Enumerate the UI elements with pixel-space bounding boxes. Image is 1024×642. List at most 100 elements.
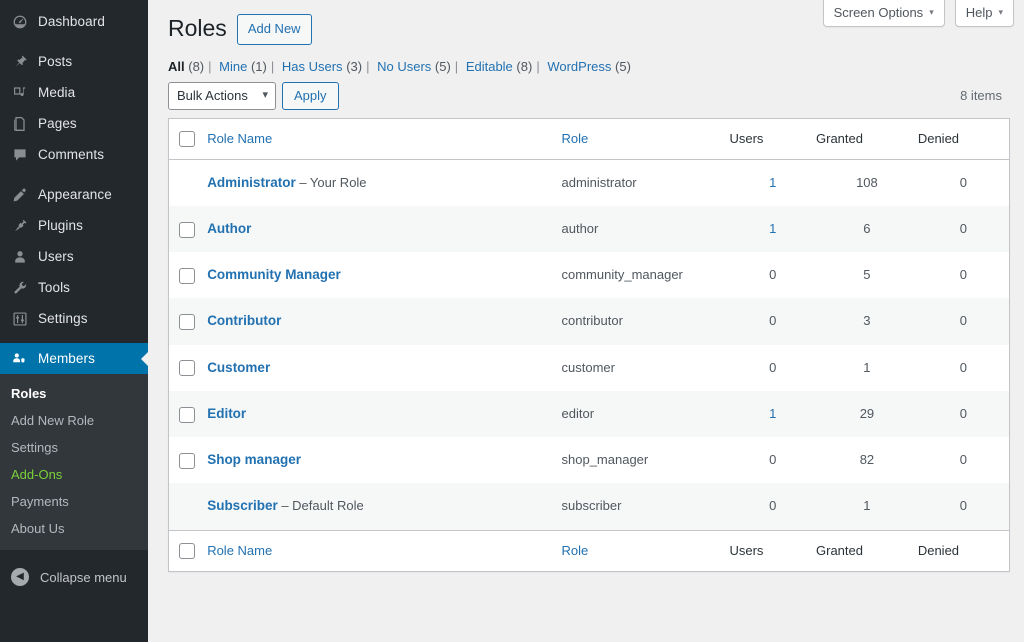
submenu-item-settings[interactable]: Settings [0,434,148,461]
admin-sidebar: Dashboard Posts Media [0,0,148,642]
filter-count-has-users: (3) [346,59,362,74]
role-slug-cell: author [562,206,730,252]
sidebar-item-appearance[interactable]: Appearance [0,179,148,210]
granted-count-cell: 1 [816,483,918,530]
row-checkbox[interactable] [179,222,195,238]
column-header-role-name[interactable]: Role Name [207,118,561,159]
filter-link-has-users[interactable]: Has Users [282,59,343,74]
sidebar-item-members[interactable]: Members [0,343,148,374]
users-count-link[interactable]: 1 [769,406,776,421]
row-checkbox[interactable] [179,453,195,469]
role-name-suffix: – Default Role [278,498,364,513]
sidebar-item-label: Settings [38,311,88,326]
users-count-cell: 1 [729,391,816,437]
table-body: Administrator – Your Roleadministrator11… [169,159,1010,530]
submenu-item-add-new-role[interactable]: Add New Role [0,407,148,434]
pages-icon [11,115,29,133]
filter-link-no-users[interactable]: No Users [377,59,431,74]
row-select-cell [169,159,208,206]
denied-count-cell: 0 [918,345,1010,391]
collapse-menu-button[interactable]: ◀ Collapse menu [0,560,148,594]
row-checkbox[interactable] [179,314,195,330]
plugins-plug-icon [11,217,29,235]
chevron-left-icon: ◀ [11,568,29,586]
sidebar-item-tools[interactable]: Tools [0,272,148,303]
submenu-item-roles[interactable]: Roles [0,380,148,407]
filter-links: All (8)| Mine (1)| Has Users (3)| No Use… [148,45,1024,74]
apply-button[interactable]: Apply [282,82,339,110]
column-footer-role-name[interactable]: Role Name [207,530,561,571]
filter-link-all[interactable]: All [168,59,185,74]
role-name-cell: Subscriber – Default Role [207,483,561,530]
sidebar-item-label: Posts [38,54,72,69]
sidebar-item-comments[interactable]: Comments [0,139,148,170]
users-count-link[interactable]: 1 [769,221,776,236]
add-new-button[interactable]: Add New [237,14,312,45]
sidebar-item-label: Tools [38,280,70,295]
row-checkbox[interactable] [179,360,195,376]
role-name-link[interactable]: Administrator [207,175,296,190]
column-header-role[interactable]: Role [562,118,730,159]
role-name-link[interactable]: Shop manager [207,452,301,467]
users-count-cell: 1 [729,206,816,252]
select-all-checkbox[interactable] [179,131,195,147]
table-row: Shop managershop_manager0820 [169,437,1010,483]
table-foot: Role Name Role Users Granted Denied [169,530,1010,571]
chevron-down-icon: ▾ [998,7,1003,18]
role-name-link[interactable]: Subscriber [207,498,278,513]
sidebar-item-users[interactable]: Users [0,241,148,272]
users-count-link[interactable]: 1 [769,175,776,190]
role-name-link[interactable]: Contributor [207,313,281,328]
submenu-item-add-ons[interactable]: Add-Ons [0,461,148,488]
members-submenu: Roles Add New Role Settings Add-Ons Paym… [0,374,148,550]
submenu-item-about-us[interactable]: About Us [0,515,148,542]
sidebar-item-pages[interactable]: Pages [0,108,148,139]
help-label: Help [966,5,993,20]
users-icon [11,248,29,266]
row-checkbox[interactable] [179,268,195,284]
submenu-item-payments[interactable]: Payments [0,488,148,515]
sidebar-item-label: Plugins [38,218,83,233]
row-select-cell [169,206,208,252]
filter-link-wordpress[interactable]: WordPress [547,59,611,74]
table-head: Role Name Role Users Granted Denied [169,118,1010,159]
granted-count-cell: 29 [816,391,918,437]
filter-link-editable[interactable]: Editable [466,59,513,74]
column-footer-users: Users [729,530,816,571]
granted-count-cell: 6 [816,206,918,252]
sidebar-item-label: Users [38,249,74,264]
sidebar-item-label: Members [38,351,95,366]
sidebar-item-label: Dashboard [38,14,105,29]
table-row: Subscriber – Default Rolesubscriber010 [169,483,1010,530]
granted-count-cell: 5 [816,252,918,298]
role-name-link[interactable]: Community Manager [207,267,341,282]
row-select-cell [169,252,208,298]
row-checkbox[interactable] [179,407,195,423]
sidebar-item-settings[interactable]: Settings [0,303,148,334]
help-button[interactable]: Help ▾ [955,0,1014,27]
roles-table: Role Name Role Users Granted Denied Admi… [168,118,1010,572]
role-slug-cell: subscriber [562,483,730,530]
denied-count-cell: 0 [918,437,1010,483]
row-select-cell [169,437,208,483]
sidebar-item-media[interactable]: Media [0,77,148,108]
screen-options-label: Screen Options [834,5,924,20]
sidebar-item-posts[interactable]: Posts [0,46,148,77]
denied-count-cell: 0 [918,206,1010,252]
select-all-checkbox-footer[interactable] [179,543,195,559]
filter-count-no-users: (5) [435,59,451,74]
sidebar-separator [0,170,148,179]
sidebar-item-plugins[interactable]: Plugins [0,210,148,241]
items-count: 8 items [960,88,1004,103]
bulk-actions-wrapper: Bulk Actions [168,82,276,110]
screen-options-button[interactable]: Screen Options ▾ [823,0,945,27]
sidebar-item-dashboard[interactable]: Dashboard [0,6,148,37]
chevron-down-icon: ▾ [929,7,934,18]
role-name-link[interactable]: Author [207,221,251,236]
filter-link-mine[interactable]: Mine [219,59,247,74]
role-name-cell: Author [207,206,561,252]
column-footer-role[interactable]: Role [562,530,730,571]
role-name-link[interactable]: Editor [207,406,246,421]
role-name-link[interactable]: Customer [207,360,270,375]
bulk-actions-select[interactable]: Bulk Actions [168,82,276,110]
